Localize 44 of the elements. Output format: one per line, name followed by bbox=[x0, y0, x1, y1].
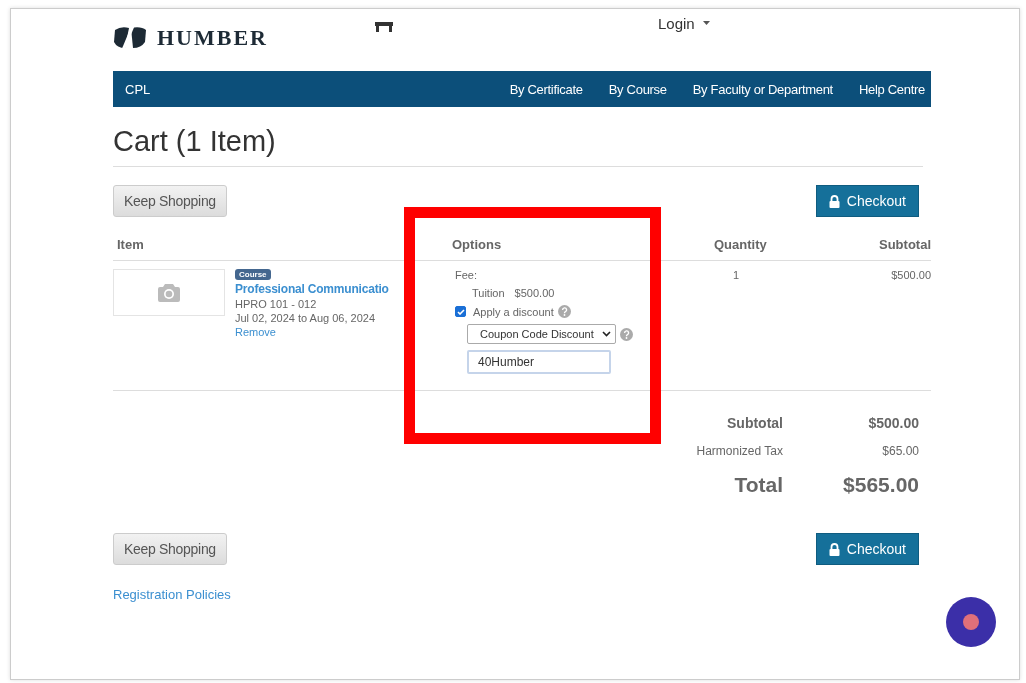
quantity-value: 1 bbox=[733, 269, 740, 281]
course-dates: Jul 02, 2024 to Aug 06, 2024 bbox=[235, 312, 376, 324]
total-label: Total bbox=[734, 473, 783, 497]
nav-link[interactable]: By Faculty or Department bbox=[692, 81, 833, 97]
camera-icon bbox=[158, 283, 180, 302]
remove-link[interactable]: Remove bbox=[235, 326, 276, 338]
subtotal-value: $500.00 bbox=[891, 269, 931, 281]
nav-brand[interactable]: CPL bbox=[125, 81, 151, 97]
checkout-button[interactable]: Checkout bbox=[815, 533, 919, 565]
chat-button[interactable] bbox=[946, 597, 996, 647]
discount-label: Apply a discount bbox=[473, 305, 554, 318]
nav-link[interactable]: By Certificate bbox=[509, 81, 583, 97]
total-value: $65.00 bbox=[881, 444, 919, 458]
keep-shopping-button[interactable]: Keep Shopping bbox=[113, 533, 227, 565]
keep-shopping-button[interactable]: Keep Shopping bbox=[113, 185, 227, 217]
total-value: $565.00 bbox=[842, 473, 919, 497]
discount-type-select[interactable]: Coupon Code Discount bbox=[467, 324, 616, 344]
nav-link[interactable]: By Course bbox=[608, 81, 667, 97]
logo-icon bbox=[113, 26, 147, 50]
column-header: Item bbox=[116, 237, 145, 252]
caret-icon bbox=[702, 21, 710, 25]
course-badge: Course bbox=[235, 269, 271, 280]
fee-label: Fee: bbox=[455, 269, 477, 281]
column-header: Quantity bbox=[713, 237, 768, 252]
total-label: Harmonized Tax bbox=[696, 444, 783, 458]
page-title: Cart (1 Item) bbox=[113, 125, 923, 167]
coupon-field[interactable]: 40Humber bbox=[467, 350, 611, 374]
logo-text: HUMBER bbox=[157, 25, 268, 51]
checkout-button[interactable]: Checkout bbox=[815, 185, 919, 217]
total-value: $500.00 bbox=[867, 415, 919, 431]
chevron-icon bbox=[601, 331, 611, 337]
course-code: HPRO 101 - 012 bbox=[235, 298, 317, 310]
nav-link[interactable]: Help Centre bbox=[858, 81, 925, 97]
registration-policies-link[interactable]: Registration Policies bbox=[113, 587, 931, 602]
course-title-link[interactable]: Professional Communicatio bbox=[235, 282, 389, 296]
column-header: Options bbox=[451, 237, 503, 252]
total-label: Subtotal bbox=[727, 415, 783, 431]
discount-checkbox[interactable] bbox=[455, 306, 466, 317]
lock-icon bbox=[828, 542, 840, 556]
lock-icon bbox=[828, 194, 840, 208]
fee-amount: $500.00 bbox=[514, 287, 555, 299]
fee-name: Tuition bbox=[472, 287, 505, 299]
column-header: Subtotal bbox=[878, 237, 931, 252]
login-menu[interactable]: Login bbox=[658, 14, 695, 32]
